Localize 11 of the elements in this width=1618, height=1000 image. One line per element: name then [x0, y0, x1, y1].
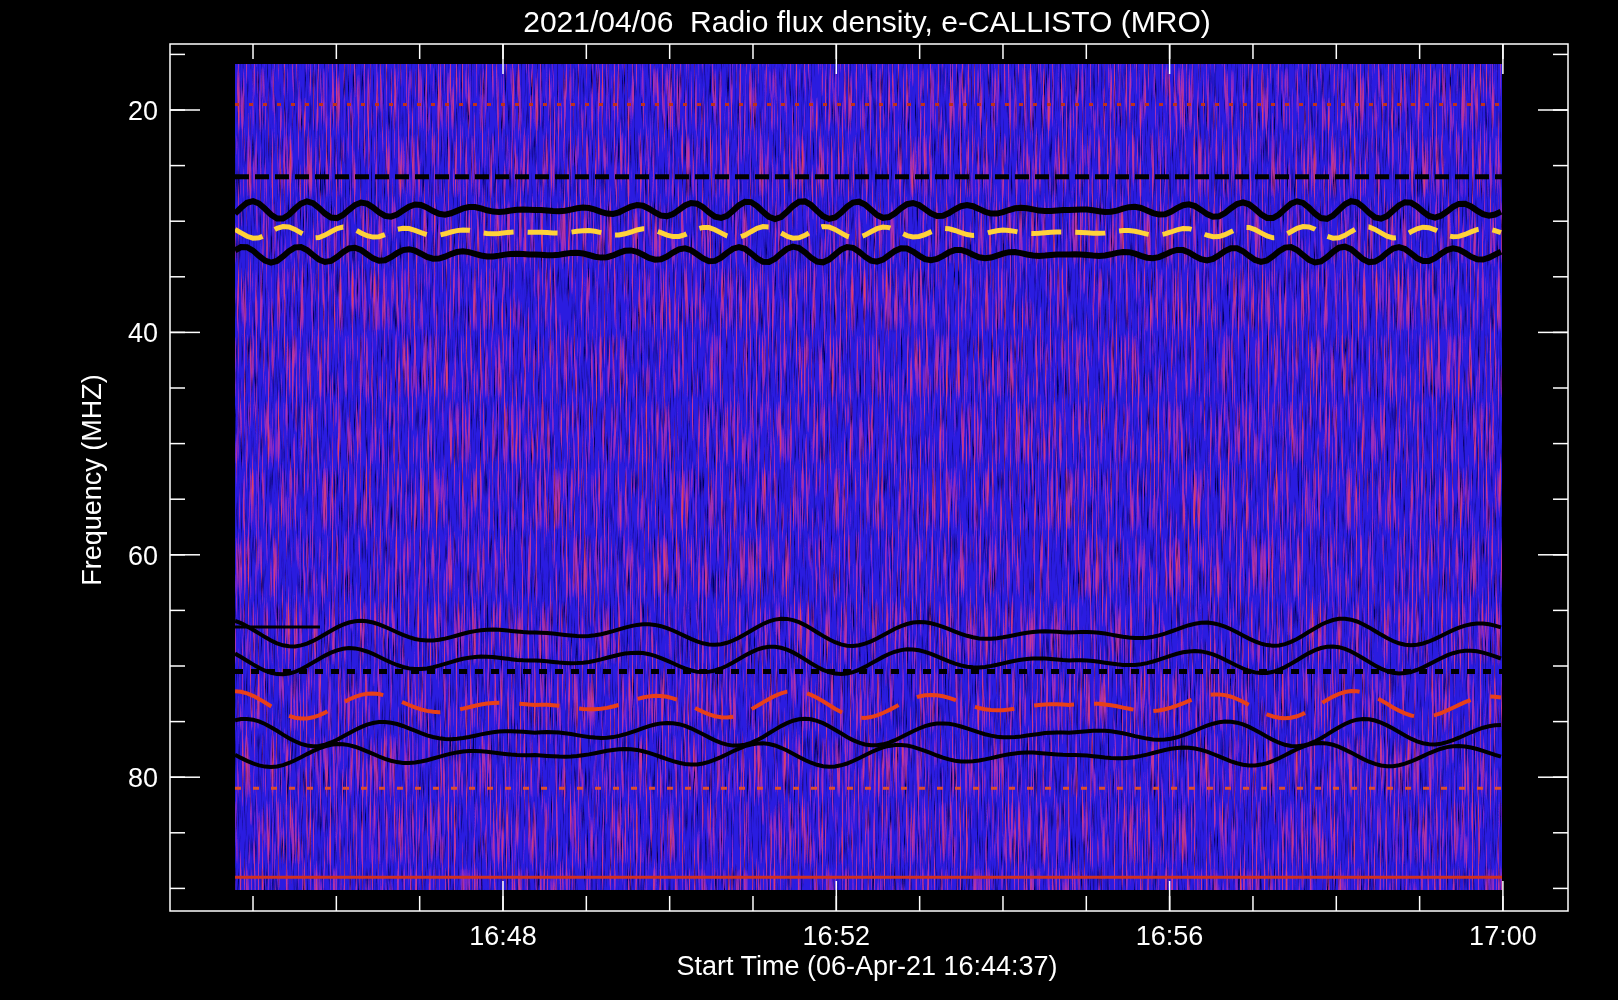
- chart-title: 2021/04/06 Radio flux density, e-CALLISTO (MRO): [523, 5, 1211, 38]
- x-tick-label: 16:56: [1135, 921, 1204, 951]
- x-axis-label: Start Time (06-Apr-21 16:44:37): [676, 951, 1058, 981]
- y-tick-label: 80: [127, 763, 158, 794]
- x-tick-label: 16:48: [469, 921, 537, 951]
- y-axis-label: Frequency (MHZ): [77, 374, 107, 586]
- y-tick-label: 20: [127, 96, 158, 126]
- x-tick-label: 16:52: [802, 921, 871, 951]
- y-tick-label: 60: [127, 540, 158, 571]
- x-tick-label: 17:00: [1469, 921, 1537, 951]
- y-tick-label: 40: [127, 318, 158, 349]
